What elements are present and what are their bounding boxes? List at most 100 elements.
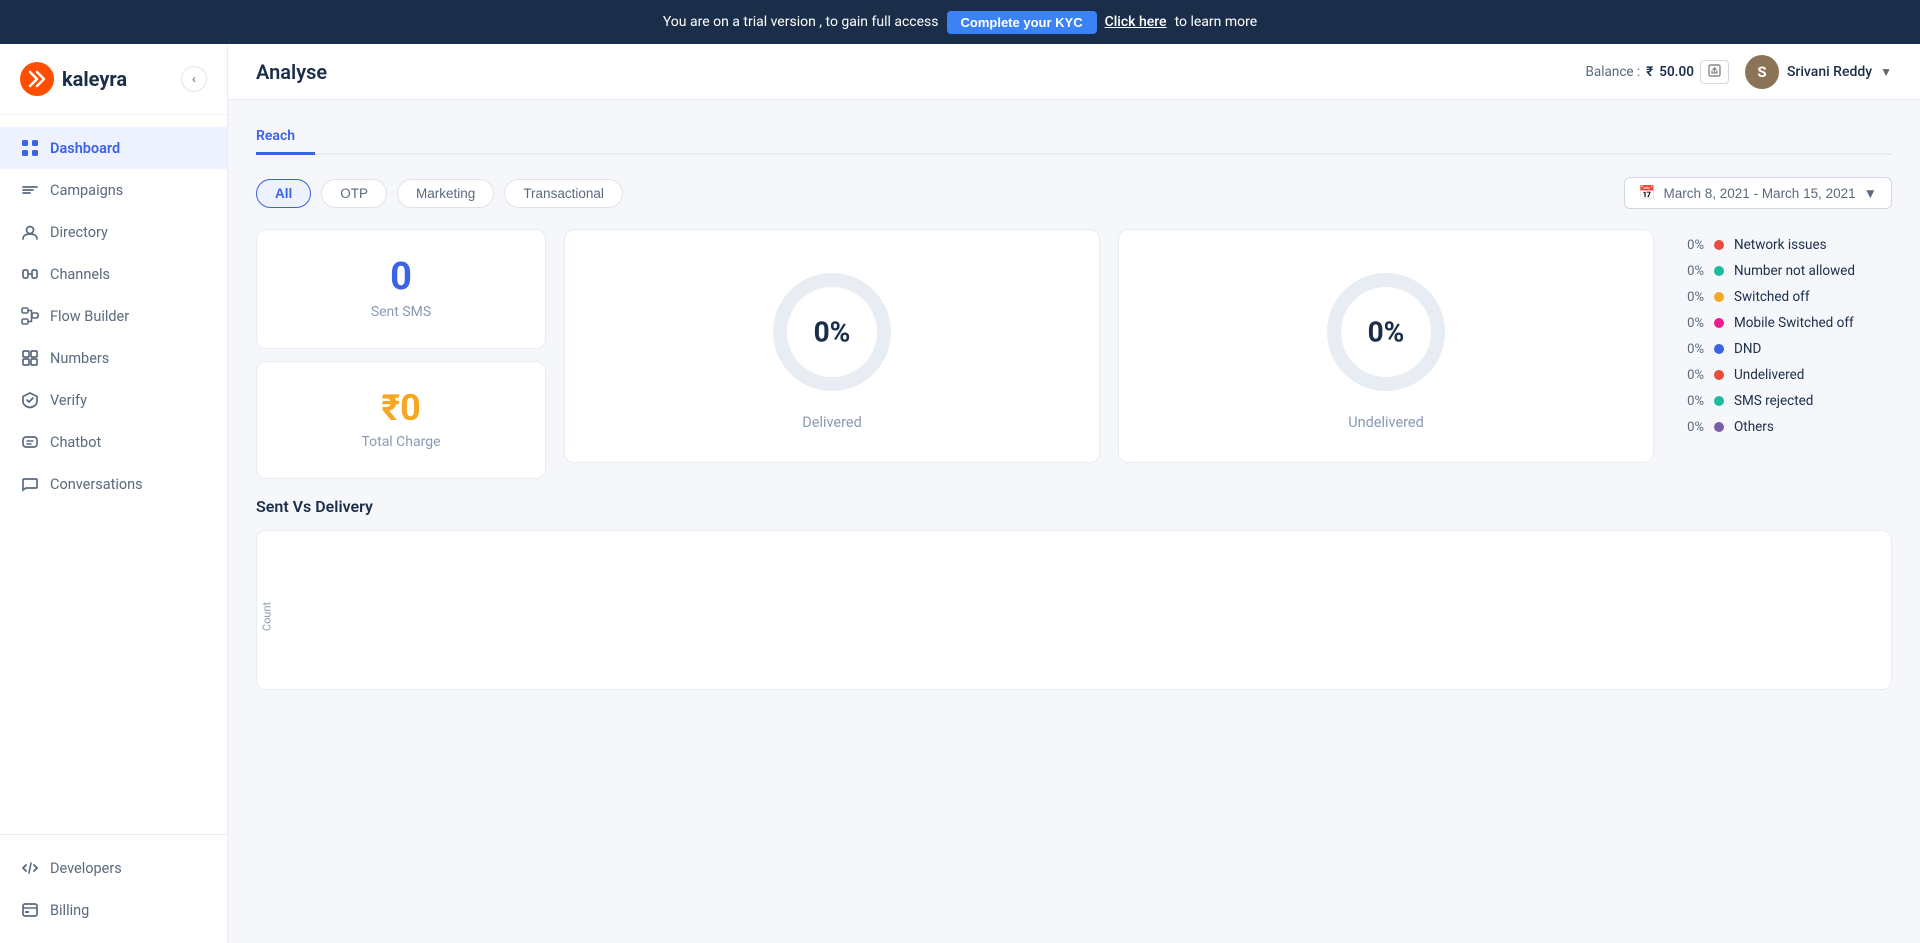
balance-area: Balance : ₹ 50.00: [1585, 60, 1728, 84]
legend-label: Mobile Switched off: [1734, 315, 1854, 331]
legend-label: Switched off: [1734, 289, 1810, 305]
legend-dot: [1714, 266, 1724, 276]
sent-vs-delivery-section: Sent Vs Delivery Count: [256, 497, 1892, 690]
flow-builder-icon: [20, 306, 40, 326]
chart-area: Count: [256, 530, 1892, 690]
sent-sms-label: Sent SMS: [371, 304, 431, 320]
learn-more-link[interactable]: Click here: [1105, 14, 1167, 30]
header-right: Balance : ₹ 50.00 S Srivani Reddy ▼: [1585, 55, 1892, 89]
donut-cards: 0% Delivered 0% Undelivered: [564, 229, 1654, 463]
total-charge-card: ₹0 Total Charge: [256, 361, 546, 479]
legend-item: 0% Switched off: [1672, 289, 1892, 305]
legend-item: 0% Undelivered: [1672, 367, 1892, 383]
legend-pct: 0%: [1672, 394, 1704, 409]
sidebar-item-conversations[interactable]: Conversations: [0, 463, 227, 505]
legend-pct: 0%: [1672, 316, 1704, 331]
sent-sms-card: 0 Sent SMS: [256, 229, 546, 349]
filter-row: All OTP Marketing Transactional 📅 March …: [256, 177, 1892, 209]
delivered-label: Delivered: [802, 414, 862, 431]
calendar-icon: 📅: [1639, 185, 1656, 201]
banner-text: You are on a trial version , to gain ful…: [663, 14, 939, 30]
sidebar-item-flow-builder[interactable]: Flow Builder: [0, 295, 227, 337]
legend-pct: 0%: [1672, 238, 1704, 253]
sidebar-item-dashboard[interactable]: Dashboard: [0, 127, 227, 169]
legend-item: 0% DND: [1672, 341, 1892, 357]
filter-all[interactable]: All: [256, 179, 311, 208]
logo-text: kaleyra: [62, 67, 127, 91]
date-range-text: March 8, 2021 - March 15, 2021: [1664, 186, 1856, 201]
delivered-card: 0% Delivered: [564, 229, 1100, 463]
legend-pct: 0%: [1672, 290, 1704, 305]
legend-label: DND: [1734, 341, 1761, 357]
verify-icon: [20, 390, 40, 410]
conversations-icon: [20, 474, 40, 494]
sidebar-item-chatbot[interactable]: Chatbot: [0, 421, 227, 463]
channels-icon: [20, 264, 40, 284]
main-header: Analyse Balance : ₹ 50.00 S Srivani Redd…: [228, 44, 1920, 100]
sidebar-nav: Dashboard Campaigns Directory: [0, 115, 227, 834]
chart-y-label: Count: [261, 602, 274, 631]
undelivered-label: Undelivered: [1348, 414, 1424, 431]
total-charge-label: Total Charge: [361, 434, 440, 450]
delivered-pct: 0%: [814, 315, 851, 348]
sent-vs-delivery-title: Sent Vs Delivery: [256, 497, 1892, 516]
legend-label: Number not allowed: [1734, 263, 1855, 279]
sidebar-item-billing[interactable]: Billing: [0, 889, 227, 931]
numbers-icon: [20, 348, 40, 368]
sidebar-item-label: Numbers: [50, 350, 109, 367]
undelivered-card: 0% Undelivered: [1118, 229, 1654, 463]
filter-marketing[interactable]: Marketing: [397, 179, 494, 208]
developers-icon: [20, 858, 40, 878]
date-picker-chevron: ▼: [1864, 186, 1877, 201]
total-charge-value: ₹0: [381, 390, 421, 426]
sidebar-item-label: Channels: [50, 266, 110, 283]
legend-pct: 0%: [1672, 264, 1704, 279]
sidebar-item-channels[interactable]: Channels: [0, 253, 227, 295]
balance-currency: ₹: [1646, 64, 1653, 80]
sidebar-item-developers[interactable]: Developers: [0, 847, 227, 889]
legend-dot: [1714, 344, 1724, 354]
legend-dot: [1714, 318, 1724, 328]
legend-label: Network issues: [1734, 237, 1827, 253]
legend-item: 0% Mobile Switched off: [1672, 315, 1892, 331]
filter-transactional[interactable]: Transactional: [504, 179, 623, 208]
sidebar-item-campaigns[interactable]: Campaigns: [0, 169, 227, 211]
left-cards: 0 Sent SMS ₹0 Total Charge: [256, 229, 546, 479]
page-title: Analyse: [256, 60, 327, 84]
sidebar-item-directory[interactable]: Directory: [0, 211, 227, 253]
legend-item: 0% Network issues: [1672, 237, 1892, 253]
campaigns-icon: [20, 180, 40, 200]
sidebar-item-label: Flow Builder: [50, 308, 129, 325]
sidebar-item-verify[interactable]: Verify: [0, 379, 227, 421]
legend-item: 0% Number not allowed: [1672, 263, 1892, 279]
chevron-down-icon: ▼: [1880, 65, 1892, 79]
kaleyra-logo-icon: [20, 62, 54, 96]
legend-item: 0% Others: [1672, 419, 1892, 435]
sidebar-item-label: Campaigns: [50, 182, 123, 199]
legend-label: SMS rejected: [1734, 393, 1813, 409]
legend-pct: 0%: [1672, 342, 1704, 357]
tab-reach[interactable]: Reach: [256, 120, 315, 155]
sidebar-collapse-button[interactable]: ‹: [181, 66, 207, 92]
date-picker-button[interactable]: 📅 March 8, 2021 - March 15, 2021 ▼: [1624, 177, 1892, 209]
filter-otp[interactable]: OTP: [321, 179, 387, 208]
sidebar-logo: kaleyra ‹: [0, 44, 227, 115]
legend-dot: [1714, 396, 1724, 406]
undelivered-donut: 0%: [1316, 262, 1456, 402]
delivered-donut: 0%: [762, 262, 902, 402]
sidebar-item-numbers[interactable]: Numbers: [0, 337, 227, 379]
sidebar-item-label: Chatbot: [50, 434, 101, 451]
main-content: Analyse Balance : ₹ 50.00 S Srivani Redd…: [228, 44, 1920, 943]
sidebar-item-label: Billing: [50, 902, 89, 919]
kyc-button[interactable]: Complete your KYC: [947, 11, 1097, 34]
user-area[interactable]: S Srivani Reddy ▼: [1745, 55, 1892, 89]
legend-label: Others: [1734, 419, 1774, 435]
sidebar-item-label: Verify: [50, 392, 87, 409]
balance-label: Balance :: [1585, 64, 1640, 80]
balance-export-button[interactable]: [1700, 60, 1729, 84]
directory-icon: [20, 222, 40, 242]
legend-label: Undelivered: [1734, 367, 1804, 383]
sidebar: kaleyra ‹ Dashboard Campaigns: [0, 44, 228, 943]
sidebar-item-label: Dashboard: [50, 140, 120, 157]
chatbot-icon: [20, 432, 40, 452]
